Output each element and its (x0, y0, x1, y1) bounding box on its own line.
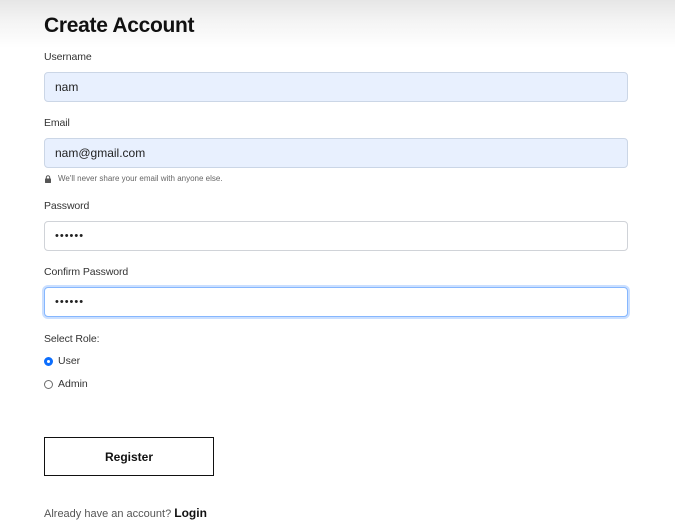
role-option-user[interactable]: User (44, 355, 80, 367)
username-label: Username (44, 51, 92, 63)
username-input[interactable]: nam (44, 72, 628, 102)
radio-user[interactable] (44, 356, 53, 366)
page-title: Create Account (44, 14, 195, 37)
password-label: Password (44, 200, 90, 212)
radio-admin[interactable] (44, 379, 53, 389)
role-option-user-label: User (58, 355, 81, 367)
email-label: Email (44, 117, 70, 129)
register-button[interactable]: Register (44, 437, 214, 476)
email-input[interactable]: nam@gmail.com (44, 138, 628, 168)
role-option-admin-label: Admin (58, 378, 88, 390)
email-help-text: We'll never share your email with anyone… (58, 174, 223, 183)
password-input[interactable]: •••••• (44, 221, 628, 251)
confirm-password-value: •••••• (55, 296, 85, 308)
email-value: nam@gmail.com (55, 146, 146, 160)
confirm-password-label: Confirm Password (44, 266, 129, 278)
email-help: We'll never share your email with anyone… (44, 174, 223, 183)
login-prompt: Already have an account? Login (44, 506, 207, 520)
username-value: nam (55, 80, 79, 94)
lock-icon (45, 174, 51, 183)
role-label: Select Role: (44, 333, 100, 345)
login-prompt-text: Already have an account? (44, 508, 172, 520)
confirm-password-input[interactable]: •••••• (44, 287, 628, 317)
password-value: •••••• (55, 230, 85, 242)
login-link[interactable]: Login (174, 506, 207, 520)
role-option-admin[interactable]: Admin (44, 378, 88, 390)
